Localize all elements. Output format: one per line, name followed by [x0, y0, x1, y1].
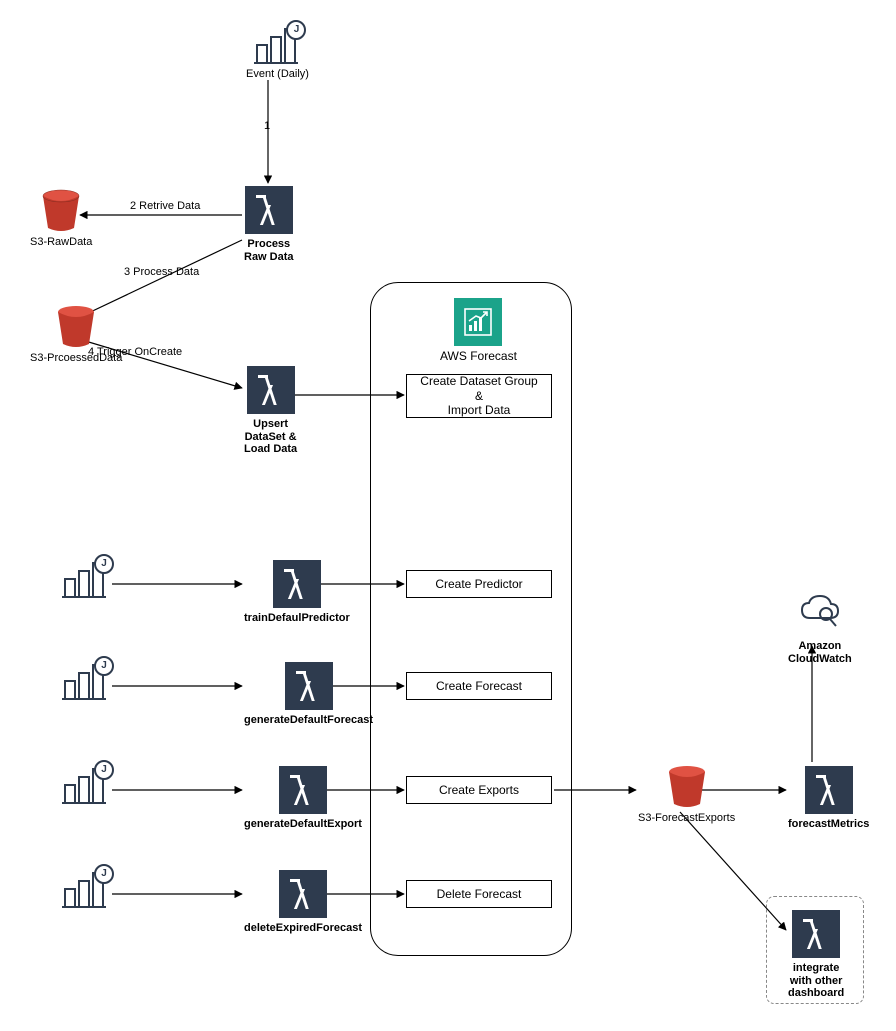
aws-forecast-header: AWS Forecast — [440, 298, 517, 364]
lambda-upsert-label: Upsert DataSet & Load Data — [244, 418, 297, 456]
s3-forecast-exports: S3-ForecastExports — [638, 764, 735, 825]
amazon-cloudwatch: Amazon CloudWatch — [788, 588, 852, 665]
lambda-process-raw-data: Process Raw Data — [244, 186, 294, 263]
s3-raw-data: S3-RawData — [30, 188, 92, 249]
lambda-icon — [273, 560, 321, 608]
box-create-dataset-group: Create Dataset Group & Import Data — [406, 374, 552, 418]
lambda-icon — [285, 662, 333, 710]
cloudwatch-event-icon: J — [62, 558, 108, 598]
box-create-predictor: Create Predictor — [406, 570, 552, 598]
lambda-gen-forecast-label: generateDefaultForecast — [244, 714, 373, 727]
lambda-delete-expired-forecast: deleteExpiredForecast — [244, 870, 362, 935]
event-train: J — [62, 558, 108, 598]
s3-bucket-icon — [665, 764, 709, 808]
lambda-generate-default-forecast: generateDefaultForecast — [244, 662, 373, 727]
s3-bucket-icon — [54, 304, 98, 348]
cloudwatch-label: Amazon CloudWatch — [788, 640, 852, 665]
cloudwatch-icon — [796, 588, 844, 636]
lambda-icon — [279, 870, 327, 918]
box-create-forecast: Create Forecast — [406, 672, 552, 700]
event-gen-forecast: J — [62, 660, 108, 700]
edge-label-2: 2 Retrive Data — [130, 200, 200, 212]
cloudwatch-event-icon: J — [62, 868, 108, 908]
cloudwatch-event-icon: J — [62, 660, 108, 700]
edge-label-3: 3 Process Data — [124, 266, 199, 278]
box-delete-forecast: Delete Forecast — [406, 880, 552, 908]
lambda-train-default-predictor: trainDefaulPredictor — [244, 560, 350, 625]
lambda-generate-default-export: generateDefaultExport — [244, 766, 362, 831]
lambda-icon — [279, 766, 327, 814]
lambda-process-raw-label: Process Raw Data — [244, 238, 294, 263]
event-delete-expired: J — [62, 868, 108, 908]
edge-label-1: 1 — [264, 120, 270, 132]
edge-label-4: 4 Trigger OnCreate — [88, 346, 182, 358]
cloudwatch-event-icon: J — [254, 24, 300, 64]
event-daily-label: Event (Daily) — [246, 68, 309, 81]
lambda-upsert-dataset: Upsert DataSet & Load Data — [244, 366, 297, 456]
aws-forecast-title: AWS Forecast — [440, 350, 517, 364]
lambda-icon — [792, 910, 840, 958]
lambda-delete-expired-label: deleteExpiredForecast — [244, 922, 362, 935]
lambda-gen-export-label: generateDefaultExport — [244, 818, 362, 831]
diagram-canvas: J Event (Daily) Process Raw Data S3-RawD… — [0, 0, 896, 1031]
event-gen-export: J — [62, 764, 108, 804]
cloudwatch-event-icon: J — [62, 764, 108, 804]
box-create-exports: Create Exports — [406, 776, 552, 804]
s3-bucket-icon — [39, 188, 83, 232]
lambda-icon — [805, 766, 853, 814]
lambda-train-label: trainDefaulPredictor — [244, 612, 350, 625]
lambda-forecast-metrics-label: forecastMetrics — [788, 818, 869, 831]
lambda-integrate-dashboard: integrate with other dashboard — [788, 910, 844, 1000]
s3-exports-label: S3-ForecastExports — [638, 812, 735, 825]
forecast-icon — [454, 298, 502, 346]
lambda-icon — [245, 186, 293, 234]
lambda-forecast-metrics: forecastMetrics — [788, 766, 869, 831]
s3-raw-label: S3-RawData — [30, 236, 92, 249]
event-daily-top: J Event (Daily) — [246, 24, 309, 81]
lambda-icon — [247, 366, 295, 414]
lambda-integrate-label: integrate with other dashboard — [788, 962, 844, 1000]
